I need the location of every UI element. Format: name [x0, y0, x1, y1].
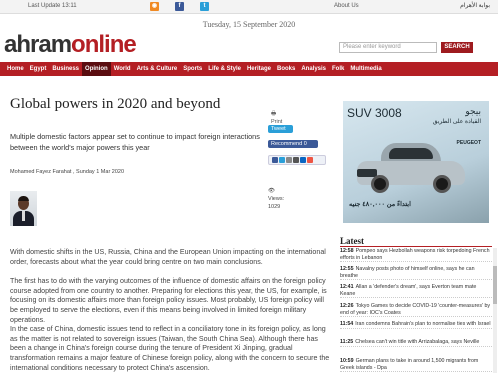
nav-item-analysis[interactable]: Analysis	[298, 62, 329, 76]
latest-item-headline[interactable]: Allan a 'defender's dream', says Everton…	[340, 284, 476, 297]
last-update: Last Update 13:11	[28, 3, 77, 9]
share-linkedin-icon[interactable]	[300, 157, 306, 163]
ad-tagline: القيادة على الطريق	[432, 119, 481, 125]
nav-item-business[interactable]: Business	[49, 62, 82, 76]
latest-item-time: 12:26	[340, 303, 354, 309]
twitter-icon[interactable]: t	[200, 2, 209, 11]
latest-item[interactable]: 10:59 German plans to take in around 1,50…	[340, 358, 492, 372]
facebook-icon[interactable]: f	[175, 2, 184, 11]
advertisement-banner[interactable]: SUV 3008 بيجو القيادة على الطريق PEUGEOT…	[343, 101, 489, 223]
facebook-recommend-button[interactable]: Recommend 0	[268, 140, 318, 148]
share-email-icon[interactable]	[286, 157, 292, 163]
article-subtitle: Multiple domestic factors appear set to …	[10, 132, 260, 152]
nav-item-arts-culture[interactable]: Arts & Culture	[134, 62, 181, 76]
share-facebook-icon[interactable]	[272, 157, 278, 163]
author-photo	[10, 191, 37, 226]
search-button[interactable]: SEARCH	[441, 42, 473, 53]
latest-item[interactable]: 12:55 Navalny posts photo of himself onli…	[340, 266, 492, 280]
latest-heading: Latest	[340, 236, 364, 246]
latest-item-headline[interactable]: Chelsea can't win title with Arrizabalag…	[355, 339, 479, 345]
print-button[interactable]: 🖶 Print	[268, 110, 282, 125]
nav-item-home[interactable]: Home	[4, 62, 27, 76]
latest-item[interactable]: 12:58 Pompeo says Hezbollah weapons risk …	[340, 248, 492, 262]
nav-item-multimedia[interactable]: Multimedia	[347, 62, 384, 76]
article-paragraph: The first has to do with the varying out…	[10, 277, 327, 324]
rss-icon[interactable]: ◉	[150, 2, 159, 11]
eye-icon: 👁	[268, 188, 275, 194]
latest-item-headline[interactable]: Tokyo Games to decide COVID-19 'counter-…	[340, 303, 490, 316]
latest-item-time: 11:54	[340, 321, 354, 327]
latest-item[interactable]: 12:26 Tokyo Games to decide COVID-19 'cou…	[340, 303, 492, 317]
share-twitter-icon[interactable]	[279, 157, 285, 163]
latest-item-time: 12:58	[340, 248, 354, 254]
ad-price: ابتداءً من ٤٨٠,٠٠٠ جنيه	[349, 201, 411, 208]
current-date: Tuesday, 15 September 2020	[202, 20, 296, 29]
latest-divider	[340, 246, 492, 247]
main-nav: Home Egypt Business Opinion World Arts & Cult…	[0, 62, 498, 76]
social-links: ◉ f t	[150, 2, 209, 11]
article-paragraph: With domestic shifts in the US, Russia, …	[10, 248, 326, 266]
latest-item-time: 10:59	[340, 358, 354, 364]
ad-arabic-model: بيجو	[465, 106, 481, 116]
latest-item[interactable]: 11:54 Iran condemns Bahrain's plan to nor…	[340, 321, 492, 329]
latest-item-headline[interactable]: Navalny posts photo of himself online, s…	[340, 266, 475, 279]
top-bar: Last Update 13:11 ◉ f t About Us بوابة ا…	[0, 0, 498, 14]
nav-item-world[interactable]: World	[111, 62, 134, 76]
share-bar	[268, 155, 326, 165]
latest-item-time: 11:25	[340, 339, 354, 345]
nav-item-egypt[interactable]: Egypt	[27, 62, 50, 76]
scrollbar-thumb[interactable]	[493, 266, 497, 304]
ad-model: SUV 3008	[347, 106, 402, 120]
nav-item-sports[interactable]: Sports	[180, 62, 205, 76]
latest-item[interactable]: 12:41 Allan a 'defender's dream', says Ev…	[340, 284, 492, 298]
nav-item-life-style[interactable]: Life & Style	[205, 62, 244, 76]
tweet-button[interactable]: Tweet	[268, 125, 293, 133]
latest-item-time: 12:41	[340, 284, 354, 290]
arabic-site-link[interactable]: بوابة الأهرام	[460, 2, 490, 9]
nav-item-folk[interactable]: Folk	[329, 62, 347, 76]
latest-item-time: 12:55	[340, 266, 354, 272]
site-logo[interactable]: ahramonline	[4, 31, 137, 58]
article-paragraph: In the case of China, domestic issues te…	[10, 325, 330, 372]
about-us-link[interactable]: About Us	[334, 3, 359, 9]
logo-part-online: online	[71, 31, 137, 58]
article-title: Global powers in 2020 and beyond	[10, 96, 221, 112]
nav-item-opinion[interactable]: Opinion	[82, 62, 111, 76]
share-print-icon[interactable]	[293, 157, 299, 163]
latest-item[interactable]: 11:25 Chelsea can't win title with Arriza…	[340, 339, 492, 347]
print-icon: 🖶	[271, 111, 277, 117]
latest-item-headline[interactable]: Iran condemns Bahrain's plan to normalis…	[355, 321, 490, 327]
latest-scrollbar[interactable]	[493, 248, 497, 373]
latest-item-headline[interactable]: Pompeo says Hezbollah weapons risk torpe…	[340, 248, 490, 261]
latest-item-headline[interactable]: German plans to take in around 1,500 mig…	[340, 358, 478, 371]
nav-item-heritage[interactable]: Heritage	[244, 62, 274, 76]
nav-item-books[interactable]: Books	[274, 62, 298, 76]
search-input[interactable]: Please enter keyword	[339, 42, 437, 53]
car-image	[357, 143, 465, 193]
views-label: Views: 1029	[268, 196, 285, 210]
logo-part-ahram: ahram	[4, 31, 72, 58]
share-more-icon[interactable]	[307, 157, 313, 163]
views-count: 👁 Views: 1029	[268, 187, 284, 210]
article-byline[interactable]: Mohamed Fayez Farahat , Sunday 1 Mar 202…	[10, 169, 124, 175]
